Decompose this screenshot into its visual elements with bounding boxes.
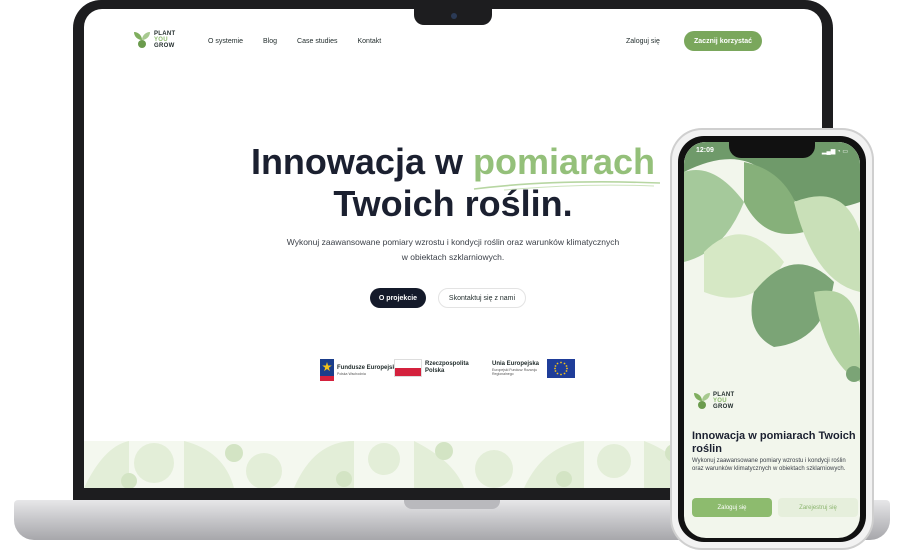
phone-subtitle: Wykonuj zaawansowane pomiary wzrostu i k…	[692, 458, 846, 472]
login-link[interactable]: Zaloguj się	[626, 38, 660, 45]
phone-time: 12:09	[696, 147, 714, 154]
brand-line-3: GROW	[154, 43, 175, 49]
fe-emblem-icon	[320, 359, 334, 381]
fe-subtitle: Polska Wschodnia	[337, 371, 366, 376]
accent-underline	[473, 181, 661, 191]
laptop-base-notch	[404, 500, 500, 509]
eu-title: Unia Europejska	[492, 361, 540, 367]
hero-title-part1: Innowacja w	[250, 141, 473, 182]
fundusze-europejskie-logo: Fundusze Europejskie Polska Wschodnia	[320, 359, 401, 381]
phone-screen: 12:09 ▂▄▆ ◔ ▭ PLANT YOU GROW Innowacja w…	[684, 142, 860, 538]
plant-logo-icon	[134, 32, 150, 48]
phone-title: Innowacja w pomiarach Twoich roślin	[692, 430, 856, 455]
poland-flag-icon	[394, 359, 422, 377]
camera-icon	[451, 13, 457, 19]
eu-subtitle: Europejski Fundusz Rozwoju Regionalnego	[492, 368, 538, 376]
rzeczpospolita-logo: Rzeczpospolita Polska	[394, 359, 475, 377]
nav-item-o-systemie[interactable]: O systemie	[208, 38, 243, 45]
brand-wordmark: PLANT YOU GROW	[154, 31, 176, 49]
eu-flag-icon	[547, 359, 575, 378]
nav-item-kontakt[interactable]: Kontakt	[358, 38, 382, 45]
nav-item-case-studies[interactable]: Case studies	[297, 38, 337, 45]
main-nav: O systemie Blog Case studies Kontakt	[208, 38, 381, 45]
nav-item-blog[interactable]: Blog	[263, 38, 277, 45]
phone-brand-wordmark: PLANT YOU GROW	[713, 392, 735, 410]
hero-title-accent: pomiarach	[472, 141, 656, 182]
brand-logo[interactable]: PLANT YOU GROW	[134, 31, 176, 49]
phone-brand-line-3: GROW	[713, 404, 734, 410]
about-project-button[interactable]: O projekcie	[370, 288, 426, 308]
contact-button[interactable]: Skontaktuj się z nami	[438, 288, 526, 308]
pl-title: Rzeczpospolita Polska	[425, 361, 469, 374]
phone-hero-leaf-art	[684, 142, 860, 382]
phone-notch	[729, 142, 815, 158]
eu-logo: Unia Europejska Europejski Fundusz Rozwo…	[492, 359, 575, 378]
phone-status-icons: ▂▄▆ ◔ ▭	[821, 149, 848, 155]
phone-login-button[interactable]: Zaloguj się	[692, 498, 772, 517]
fe-title: Fundusze Europejskie	[337, 364, 401, 371]
plant-logo-icon	[694, 393, 710, 409]
phone-register-button[interactable]: Zarejestruj się	[778, 498, 858, 517]
hero-subtitle: Wykonuj zaawansowane pomiary wzrostu i k…	[286, 237, 620, 262]
start-button[interactable]: Zacznij korzystać	[684, 31, 762, 51]
phone-brand-logo: PLANT YOU GROW	[694, 392, 735, 410]
